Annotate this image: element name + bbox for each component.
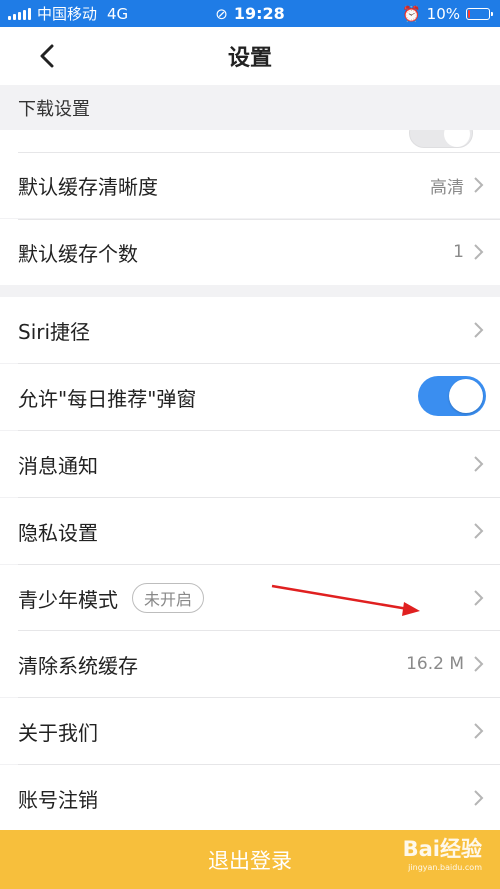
chevron-right-icon xyxy=(474,523,484,539)
row-siri-shortcut[interactable]: Siri捷径 xyxy=(0,297,500,363)
row-default-cache-count[interactable]: 默认缓存个数 1 xyxy=(0,219,500,285)
logout-label: 退出登录 xyxy=(208,848,292,873)
status-time: 19:28 xyxy=(233,4,285,23)
row-delete-account[interactable]: 账号注销 xyxy=(0,765,500,831)
row-value: 1 xyxy=(453,242,464,262)
row-label: 默认缓存清晰度 xyxy=(18,174,158,199)
row-label: 青少年模式 xyxy=(18,587,118,612)
battery-icon xyxy=(466,7,493,20)
row-daily-recommend-popup: 允许"每日推荐"弹窗 xyxy=(0,364,500,430)
row-label: Siri捷径 xyxy=(18,319,91,344)
chevron-right-icon xyxy=(474,244,484,260)
chevron-right-icon xyxy=(474,177,484,193)
chevron-right-icon xyxy=(474,790,484,806)
chevron-right-icon xyxy=(474,590,484,606)
row-default-cache-quality[interactable]: 默认缓存清晰度 高清 xyxy=(0,152,500,218)
divider xyxy=(18,219,500,220)
nav-bar: 设置 xyxy=(0,27,500,85)
daily-recommend-toggle[interactable] xyxy=(418,376,486,416)
divider xyxy=(18,152,500,153)
row-value: 16.2 M xyxy=(406,654,464,674)
partial-row xyxy=(0,130,500,152)
toggle-knob xyxy=(444,130,470,147)
row-label: 清除系统缓存 xyxy=(18,653,138,678)
watermark-logo: Bai经验 jingyan.baidu.com xyxy=(403,833,482,872)
alarm-icon: ⏰ xyxy=(401,4,421,23)
status-badge: 未开启 xyxy=(132,583,205,613)
row-notifications[interactable]: 消息通知 xyxy=(0,431,500,497)
chevron-right-icon xyxy=(474,322,484,338)
watermark-url: jingyan.baidu.com xyxy=(408,863,482,872)
row-value: 高清 xyxy=(430,177,464,198)
battery-fill xyxy=(468,9,470,18)
section-gap xyxy=(0,285,500,297)
section-header-download: 下载设置 xyxy=(0,85,500,130)
row-label: 消息通知 xyxy=(18,453,98,478)
toggle-knob xyxy=(449,379,483,413)
chevron-right-icon xyxy=(474,723,484,739)
chevron-right-icon xyxy=(474,456,484,472)
row-clear-cache[interactable]: 清除系统缓存 16.2 M xyxy=(0,631,500,697)
row-about-us[interactable]: 关于我们 xyxy=(0,698,500,764)
download-toggle[interactable] xyxy=(409,130,473,148)
back-button[interactable] xyxy=(32,41,62,71)
page-title: 设置 xyxy=(227,46,272,71)
row-label: 允许"每日推荐"弹窗 xyxy=(18,386,197,411)
watermark-brand: Bai经验 xyxy=(402,837,482,861)
chevron-left-icon xyxy=(40,44,54,68)
link-icon: ⊘ xyxy=(215,5,228,23)
battery-percent: 10% xyxy=(426,4,460,23)
row-label: 关于我们 xyxy=(18,720,98,745)
row-label: 账号注销 xyxy=(18,787,98,812)
annotation-arrow-icon xyxy=(271,584,420,616)
row-label: 隐私设置 xyxy=(18,520,98,545)
status-bar: 中国移动 4G ⊘ 19:28 ⏰ 10% xyxy=(0,0,500,27)
row-label: 默认缓存个数 xyxy=(18,241,138,266)
chevron-right-icon xyxy=(474,656,484,672)
row-privacy-settings[interactable]: 隐私设置 xyxy=(0,498,500,564)
